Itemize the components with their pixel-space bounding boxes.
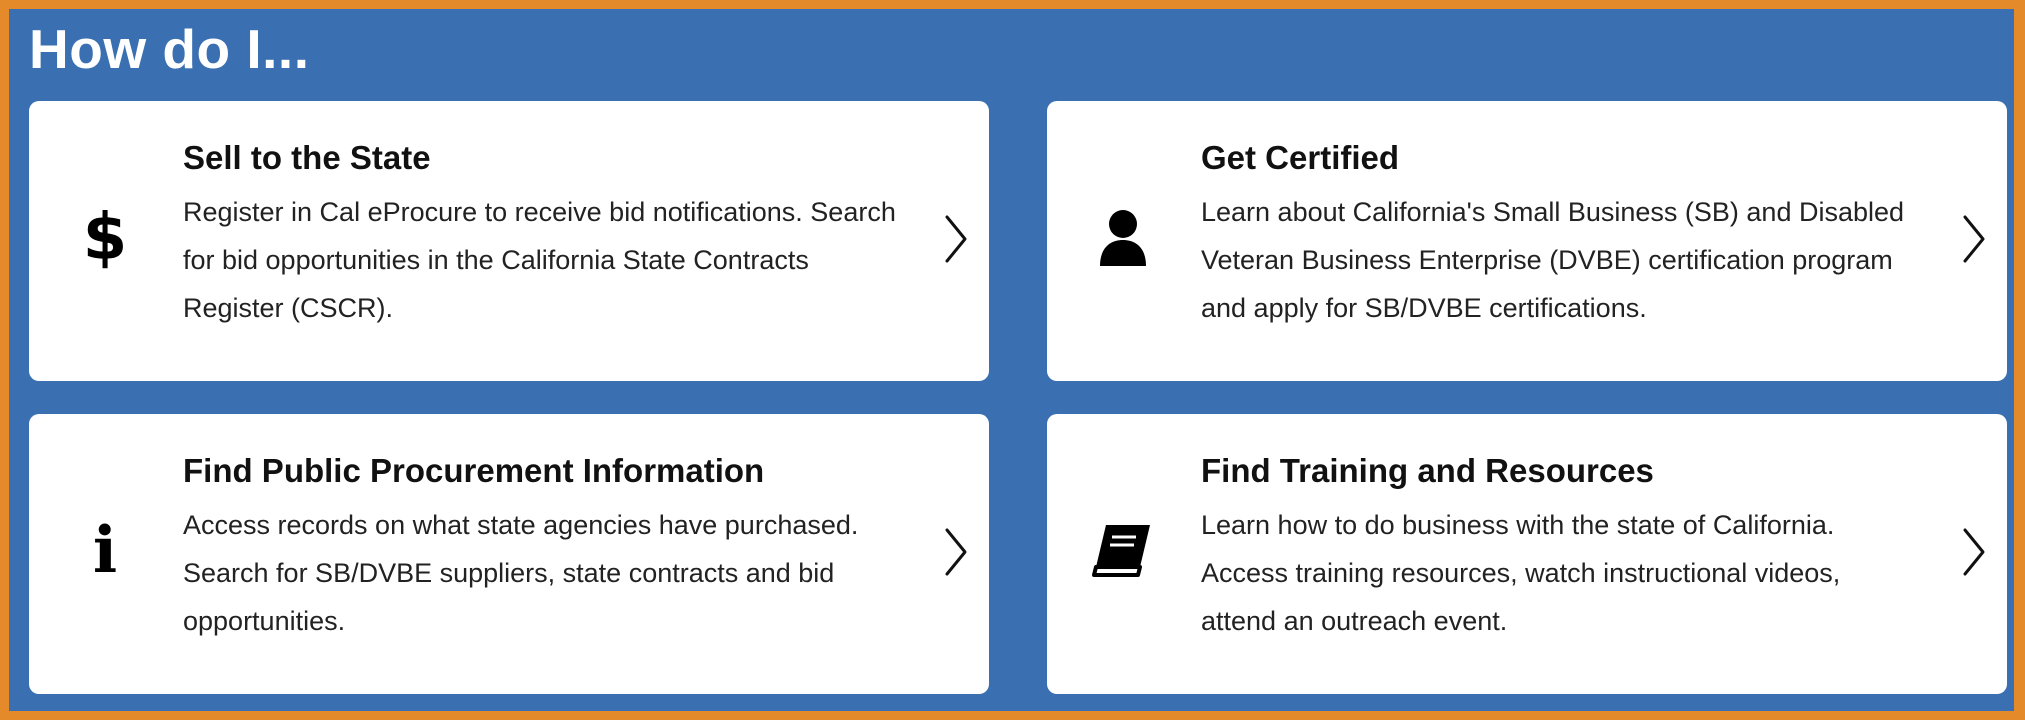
card-sell-to-the-state[interactable]: $ Sell to the State Register in Cal ePro… xyxy=(29,101,989,381)
section-title: How do I... xyxy=(29,18,310,80)
dollar-sign-icon: $ xyxy=(82,201,128,275)
card-text: Get Certified Learn about California's S… xyxy=(1201,136,1921,332)
card-text: Find Training and Resources Learn how to… xyxy=(1201,449,1921,645)
card-title: Find Public Procurement Information xyxy=(183,452,765,489)
card-description: Register in Cal eProcure to receive bid … xyxy=(183,197,896,323)
user-icon xyxy=(1087,196,1159,280)
card-get-certified[interactable]: Get Certified Learn about California's S… xyxy=(1047,101,2007,381)
chevron-right-icon xyxy=(945,215,967,263)
card-find-public-procurement-information[interactable]: i Find Public Procurement Information Ac… xyxy=(29,414,989,694)
card-find-training-and-resources[interactable]: Find Training and Resources Learn how to… xyxy=(1047,414,2007,694)
card-title: Get Certified xyxy=(1201,139,1400,176)
card-text: Sell to the State Register in Cal eProcu… xyxy=(183,136,903,332)
info-icon: i xyxy=(92,513,118,588)
book-icon xyxy=(1087,509,1159,593)
how-do-i-panel: How do I... $ Sell to the State Register… xyxy=(9,9,2014,711)
card-title: Find Training and Resources xyxy=(1201,452,1654,489)
card-description: Learn about California's Small Business … xyxy=(1201,197,1905,323)
chevron-right-icon xyxy=(945,528,967,576)
chevron-right-icon xyxy=(1963,528,1985,576)
card-description: Learn how to do business with the state … xyxy=(1201,510,1841,636)
card-title: Sell to the State xyxy=(183,139,431,176)
card-description: Access records on what state agencies ha… xyxy=(183,510,859,636)
card-text: Find Public Procurement Information Acce… xyxy=(183,449,903,645)
chevron-right-icon xyxy=(1963,215,1985,263)
